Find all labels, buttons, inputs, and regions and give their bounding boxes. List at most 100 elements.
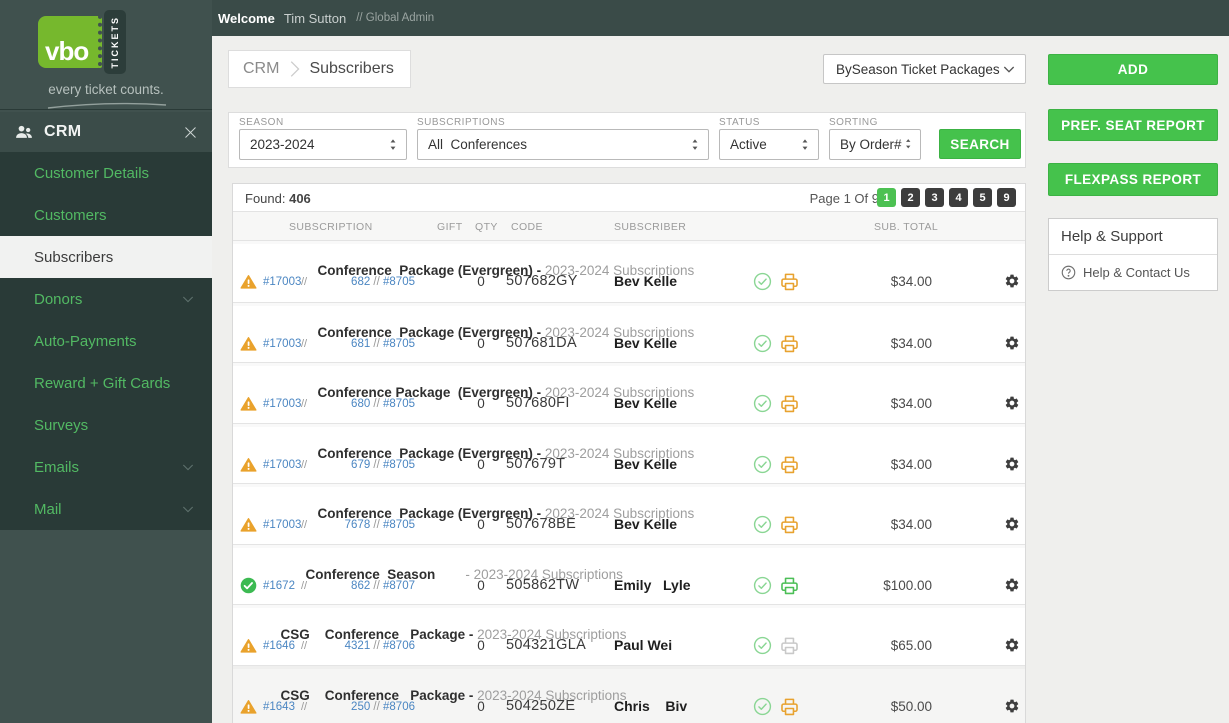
sorting-value: By Order# [840,137,902,152]
column-header-sub-total: SUB. TOTAL [874,221,938,233]
help-contact-link[interactable]: Help & Contact Us [1049,255,1217,290]
separator-slashes: // [301,276,307,288]
results-panel: Found: 406 Page 1 Of 9 123459 SUBSCRIPTI… [232,183,1026,723]
column-header-qty: QTY [475,221,498,233]
page-button-1[interactable]: 1 [877,188,896,207]
package-id-link[interactable]: #8705 [383,338,415,350]
gear-icon[interactable] [1004,698,1020,714]
gear-icon[interactable] [1004,577,1020,593]
item-id-link[interactable]: 679 [351,459,370,471]
help-box: Help & Support Help & Contact Us [1048,218,1218,291]
view-type-select[interactable]: BySeason Ticket Packages [823,54,1026,84]
separator-slashes: // [301,640,307,652]
tickets-badge-text: TICKETS [110,16,120,69]
check-circle-icon[interactable] [753,272,772,291]
help-contact-label: Help & Contact Us [1083,265,1190,280]
close-icon[interactable] [183,125,198,140]
item-id-link[interactable]: 682 [351,276,370,288]
pref-seat-report-button[interactable]: PREF. SEAT REPORT [1048,109,1218,141]
sidebar-item-customers[interactable]: Customers [0,194,212,236]
gear-icon[interactable] [1004,395,1020,411]
column-header-gift: GIFT [437,221,463,233]
sidebar-item-customer-details[interactable]: Customer Details [0,152,212,194]
check-circle-icon[interactable] [753,576,772,595]
qty-value: 0 [473,638,489,653]
brand-logo: vbo TICKETS every ticket counts. [0,0,212,110]
welcome-label: Welcome [218,11,275,26]
breadcrumb-current: Subscribers [309,60,393,78]
add-button[interactable]: ADD [1048,54,1218,85]
check-circle-icon[interactable] [753,515,772,534]
subscriptions-select[interactable]: All Conferences [417,129,709,160]
order-number-link[interactable]: #1672 [263,580,295,592]
check-circle-icon[interactable] [753,697,772,716]
select-arrows-icon [386,137,400,153]
subscriber-name: Paul Wei [614,637,672,653]
check-circle-icon[interactable] [753,455,772,474]
gear-icon[interactable] [1004,456,1020,472]
page-button-9[interactable]: 9 [997,188,1016,207]
package-id-link[interactable]: #8705 [383,398,415,410]
warning-icon [240,336,257,352]
sidebar-item-mail[interactable]: Mail [0,488,212,530]
package-id-link[interactable]: #8705 [383,276,415,288]
order-number-link[interactable]: #1643 [263,701,295,713]
status-select[interactable]: Active [719,129,819,160]
sidebar-item-emails[interactable]: Emails [0,446,212,488]
qty-value: 0 [473,578,489,593]
check-circle-icon[interactable] [753,394,772,413]
search-button[interactable]: SEARCH [939,129,1021,159]
item-id-link[interactable]: 7678 [345,519,371,531]
sidebar-item-label: Emails [34,459,79,476]
order-number-link[interactable]: #17003 [263,338,301,350]
subtotal-value: $34.00 [783,274,932,289]
season-label: SEASON [239,117,284,128]
package-id-link[interactable]: #8706 [383,701,415,713]
subscription-ref: 679 // #8705 [323,459,415,471]
sidebar-menu: Customer DetailsCustomersSubscribersDono… [0,152,212,530]
package-id-link[interactable]: #8707 [383,580,415,592]
flexpass-report-button[interactable]: FLEXPASS REPORT [1048,163,1218,196]
table-row: CSG Conference Package - 2023-2024 Subsc… [233,604,1025,665]
package-id-link[interactable]: #8705 [383,519,415,531]
item-id-link[interactable]: 680 [351,398,370,410]
table-body: Conference Package (Evergreen) - 2023-20… [233,241,1025,723]
order-number-link[interactable]: #17003 [263,398,301,410]
page-button-2[interactable]: 2 [901,188,920,207]
qty-value: 0 [473,699,489,714]
order-number-link[interactable]: #1646 [263,640,295,652]
item-id-link[interactable]: 4321 [345,640,371,652]
gear-icon[interactable] [1004,516,1020,532]
page-button-4[interactable]: 4 [949,188,968,207]
item-id-link[interactable]: 250 [351,701,370,713]
help-title: Help & Support [1049,219,1217,255]
season-select[interactable]: 2023-2024 [239,129,407,160]
package-id-link[interactable]: #8705 [383,459,415,471]
package-id-link[interactable]: #8706 [383,640,415,652]
separator-slashes: // [301,519,307,531]
page-button-3[interactable]: 3 [925,188,944,207]
item-id-link[interactable]: 862 [351,580,370,592]
gear-icon[interactable] [1004,335,1020,351]
sidebar-item-surveys[interactable]: Surveys [0,404,212,446]
order-number-link[interactable]: #17003 [263,459,301,471]
check-circle-icon[interactable] [753,636,772,655]
gear-icon[interactable] [1004,637,1020,653]
code-value: 507678BE [506,516,576,532]
sorting-select[interactable]: By Order# [829,129,921,160]
gear-icon[interactable] [1004,273,1020,289]
sidebar-item-subscribers[interactable]: Subscribers [0,236,212,278]
item-id-link[interactable]: 681 [351,338,370,350]
chevron-down-icon [180,291,196,307]
order-number-link[interactable]: #17003 [263,519,301,531]
column-header-code: CODE [511,221,543,233]
user-name[interactable]: Tim Sutton [284,11,346,26]
order-number-link[interactable]: #17003 [263,276,301,288]
status-label: STATUS [719,117,760,128]
breadcrumb-parent[interactable]: CRM [243,60,279,78]
check-circle-icon[interactable] [753,334,772,353]
sidebar-item-reward-gift-cards[interactable]: Reward + Gift Cards [0,362,212,404]
sidebar-item-auto-payments[interactable]: Auto-Payments [0,320,212,362]
page-button-5[interactable]: 5 [973,188,992,207]
sidebar-item-donors[interactable]: Donors [0,278,212,320]
